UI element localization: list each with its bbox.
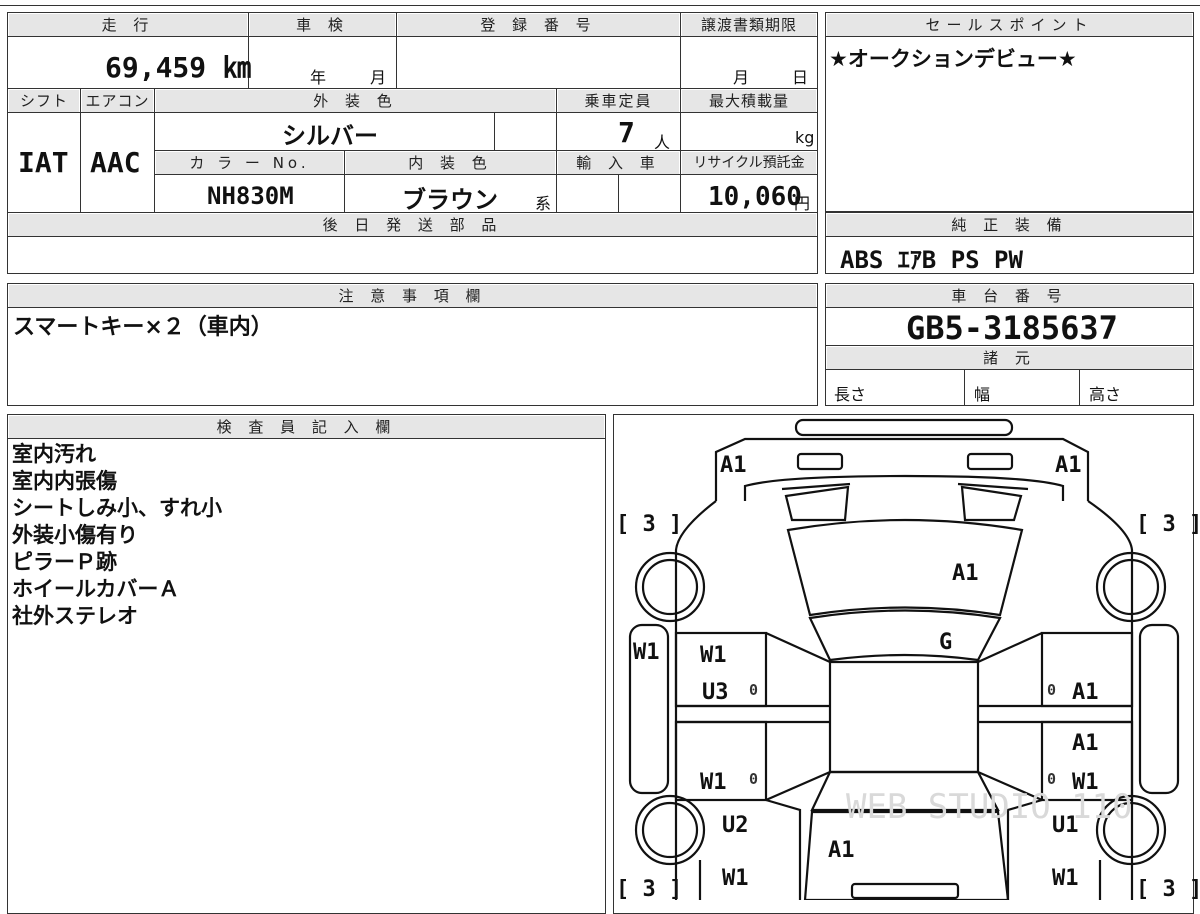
windshield-mark: G [939,630,952,655]
rear-right-door-a-mark: A1 [1072,731,1099,756]
rear-left-wheel [634,794,706,866]
zero-mark: 0 [1047,681,1056,699]
rear-right-fender-w-mark: W1 [1052,866,1079,891]
zero-mark: 0 [749,770,758,788]
watermark: WEB STUDIO 110 [846,787,1133,827]
tire-rear-right-mark: [ 3 ] [1136,877,1200,900]
roof-panel [828,660,980,774]
front-left-corner-mark: A1 [720,453,747,478]
zero-mark: 0 [1047,770,1056,788]
front-left-lamp [796,452,844,471]
front-left-door-mark: W1 [700,643,727,668]
left-side-panel-mark: W1 [633,640,660,665]
right-side-skirt [1138,623,1180,795]
hood-panel [786,518,1024,617]
front-left-step-mark: U3 [702,680,729,705]
front-end-outline [714,437,1090,501]
rear-left-fender-u-mark: U2 [722,813,749,838]
tire-front-left-mark: [ 3 ] [616,512,682,537]
windshield-panel [808,609,1002,662]
front-bumper [794,418,1014,437]
tire-front-right-mark: [ 3 ] [1136,512,1200,537]
rear-bumper [850,882,960,900]
rear-glass-mark: A1 [828,838,855,863]
hood-mark: A1 [952,561,979,586]
front-right-door-mark: A1 [1072,680,1099,705]
rear-left-door-mark: W1 [700,770,727,795]
front-right-lamp [966,452,1014,471]
zero-mark: 0 [749,681,758,699]
front-left-wheel [634,551,706,623]
front-right-corner-mark: A1 [1055,453,1082,478]
vehicle-damage-diagram: [ 3 ] [ 3 ] [ 3 ] [ 3 ] A1 A1 A1 G W1 W1… [616,418,1200,900]
rear-left-fender-w-mark: W1 [722,866,749,891]
tire-rear-left-mark: [ 3 ] [616,877,682,900]
